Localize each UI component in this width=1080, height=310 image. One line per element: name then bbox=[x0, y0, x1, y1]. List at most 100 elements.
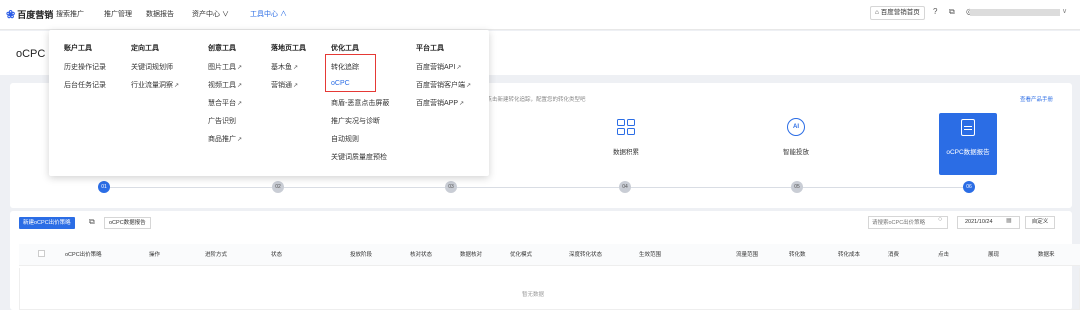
nav-promotion-management[interactable]: 推广管理 bbox=[104, 9, 132, 19]
select-all-checkbox[interactable] bbox=[38, 250, 45, 257]
menu-item-label: 基木鱼 bbox=[271, 64, 292, 71]
menu-item-click-shield[interactable]: 商盾-恶意点击屏蔽 bbox=[331, 98, 389, 108]
empty-state-text: 暂无数据 bbox=[522, 292, 545, 298]
step-dot-2: 02 bbox=[272, 181, 284, 193]
brand-logo[interactable]: ❀ 百度营销 bbox=[6, 8, 53, 21]
menu-item-keyword-planner[interactable]: 关键词规划师 bbox=[131, 62, 173, 72]
menu-item-huihe-platform[interactable]: 慧合平台↗ bbox=[208, 98, 242, 108]
column-header[interactable]: 核对状态 bbox=[410, 250, 432, 258]
column-header[interactable]: 进阶方式 bbox=[205, 250, 227, 258]
menu-item-label: 百度营销API bbox=[416, 64, 456, 71]
step-dot-4: 04 bbox=[619, 181, 631, 193]
chevron-down-icon[interactable]: ∨ bbox=[1062, 7, 1067, 15]
external-link-icon: ↗ bbox=[466, 83, 472, 89]
nav-asset-center[interactable]: 资产中心 ∨ bbox=[192, 9, 229, 19]
menu-item-yingxiaotong[interactable]: 营销通↗ bbox=[271, 80, 298, 90]
column-header[interactable]: 数据来 bbox=[1038, 250, 1055, 258]
nav-search-promotion[interactable]: 搜索推广 bbox=[56, 9, 84, 19]
column-title-creative-tools: 创意工具 bbox=[208, 45, 236, 52]
menu-item-app[interactable]: 百度营销APP↗ bbox=[416, 98, 464, 108]
new-ocpc-strategy-button[interactable]: 新建oCPC出价策略 bbox=[19, 217, 75, 229]
menu-item-label: 行业流量洞察 bbox=[131, 82, 173, 89]
step-ocpc-report[interactable]: oCPC数据报告 bbox=[939, 113, 997, 175]
table-header bbox=[19, 244, 1080, 266]
column-header[interactable]: 状态 bbox=[271, 250, 282, 258]
menu-item-api[interactable]: 百度营销API↗ bbox=[416, 62, 461, 72]
menu-item-ad-recognition[interactable]: 广告识别 bbox=[208, 116, 236, 126]
column-header[interactable]: oCPC出价策略 bbox=[65, 250, 102, 258]
strategy-search-input[interactable] bbox=[868, 216, 948, 229]
column-header[interactable]: 点击 bbox=[938, 250, 949, 258]
external-link-icon: ↗ bbox=[459, 101, 465, 107]
baidu-home-button[interactable]: ⌂ 百度营销首页 bbox=[870, 6, 925, 20]
calendar-icon[interactable]: ▦ bbox=[1006, 217, 1012, 224]
external-link-icon: ↗ bbox=[237, 137, 243, 143]
external-link-icon: ↗ bbox=[237, 83, 243, 89]
column-header[interactable]: 数据核对 bbox=[460, 250, 482, 258]
external-link-icon: ↗ bbox=[174, 83, 180, 89]
menu-item-product-promotion[interactable]: 商品推广↗ bbox=[208, 134, 242, 144]
column-header[interactable]: 优化模式 bbox=[510, 250, 532, 258]
step-smart-delivery[interactable]: AI 智能投放 bbox=[767, 113, 825, 175]
menu-item-client[interactable]: 百度营销客户端↗ bbox=[416, 80, 471, 90]
column-title-targeting-tools: 定向工具 bbox=[131, 45, 159, 52]
top-navigation: ❀ 百度营销 搜索推广 推广管理 数据报告 资产中心 ∨ 工具中心 ∧ ⌂ 百度… bbox=[0, 0, 1080, 30]
baidu-paw-icon: ❀ bbox=[6, 9, 16, 21]
column-header[interactable]: 生效范围 bbox=[639, 250, 661, 258]
menu-item-label: 慧合平台 bbox=[208, 100, 236, 107]
report-icon bbox=[957, 117, 979, 137]
grid-icon bbox=[615, 117, 637, 137]
menu-item-promotion-diagnosis[interactable]: 推广实况与诊断 bbox=[331, 116, 380, 126]
menu-item-label: 商品推广 bbox=[208, 136, 236, 143]
external-link-icon: ↗ bbox=[237, 65, 243, 71]
column-header[interactable]: 投放阶段 bbox=[350, 250, 372, 258]
step-label: oCPC数据报告 bbox=[946, 149, 990, 156]
step-label: 智能投放 bbox=[783, 149, 809, 156]
home-icon: ⌂ bbox=[875, 9, 879, 16]
step-dot-3: 03 bbox=[445, 181, 457, 193]
copy-icon[interactable]: ⧉ bbox=[949, 7, 955, 17]
step-dot-5: 05 bbox=[791, 181, 803, 193]
customize-columns-button[interactable]: 自定义 bbox=[1025, 216, 1055, 229]
column-header[interactable]: 消费 bbox=[888, 250, 899, 258]
external-link-icon: ↗ bbox=[237, 101, 243, 107]
column-header[interactable]: 深度转化状态 bbox=[569, 250, 602, 258]
search-icon[interactable]: ○ bbox=[938, 216, 942, 223]
column-header[interactable]: 操作 bbox=[149, 250, 160, 258]
menu-item-task-log[interactable]: 后台任务记录 bbox=[64, 80, 106, 90]
highlight-annotation-box bbox=[325, 54, 376, 92]
setup-hint: ，点击新建转化追踪，配置您的转化类型吧 bbox=[481, 97, 586, 103]
menu-item-label: 图片工具 bbox=[208, 64, 236, 71]
menu-item-history-log[interactable]: 历史操作记录 bbox=[64, 62, 106, 72]
step-dot-6: 06 bbox=[963, 181, 975, 193]
copy-icon[interactable]: ⧉ bbox=[89, 217, 95, 227]
menu-item-label: 百度营销APP bbox=[416, 100, 459, 107]
external-link-icon: ↗ bbox=[456, 65, 462, 71]
step-dot-1: 01 bbox=[98, 181, 110, 193]
menu-item-image-tool[interactable]: 图片工具↗ bbox=[208, 62, 242, 72]
column-title-platform-tools: 平台工具 bbox=[416, 45, 444, 52]
menu-item-traffic-insight[interactable]: 行业流量洞察↗ bbox=[131, 80, 179, 90]
product-manual-link[interactable]: 查看产品手册 bbox=[1020, 95, 1053, 103]
column-header[interactable]: 转化成本 bbox=[838, 250, 860, 258]
column-header[interactable]: 转化数 bbox=[789, 250, 806, 258]
menu-item-video-tool[interactable]: 视频工具↗ bbox=[208, 80, 242, 90]
column-header[interactable]: 展现 bbox=[988, 250, 999, 258]
step-data-accumulation[interactable]: 数据积累 bbox=[597, 113, 655, 175]
menu-item-keyword-quality-check[interactable]: 关键词质量度预检 bbox=[331, 152, 387, 162]
column-title-landing-page-tools: 落地页工具 bbox=[271, 45, 306, 52]
menu-item-jimuyu[interactable]: 基木鱼↗ bbox=[271, 62, 298, 72]
column-header[interactable]: 流量范围 bbox=[736, 250, 758, 258]
nav-tool-center[interactable]: 工具中心 ∧ bbox=[250, 9, 287, 19]
ocpc-report-button[interactable]: oCPC数据报告 bbox=[104, 217, 151, 229]
username-redacted[interactable] bbox=[970, 9, 1060, 16]
nav-data-report[interactable]: 数据报告 bbox=[146, 9, 174, 19]
menu-item-auto-rules[interactable]: 自动规则 bbox=[331, 134, 359, 144]
column-title-optimization-tools: 优化工具 bbox=[331, 45, 359, 52]
menu-item-label: 营销通 bbox=[271, 82, 292, 89]
brand-name: 百度营销 bbox=[17, 10, 54, 20]
column-title-account-tools: 账户工具 bbox=[64, 45, 92, 52]
help-icon[interactable]: ? bbox=[933, 7, 937, 16]
table-body-empty bbox=[19, 268, 1080, 310]
external-link-icon: ↗ bbox=[293, 83, 299, 89]
